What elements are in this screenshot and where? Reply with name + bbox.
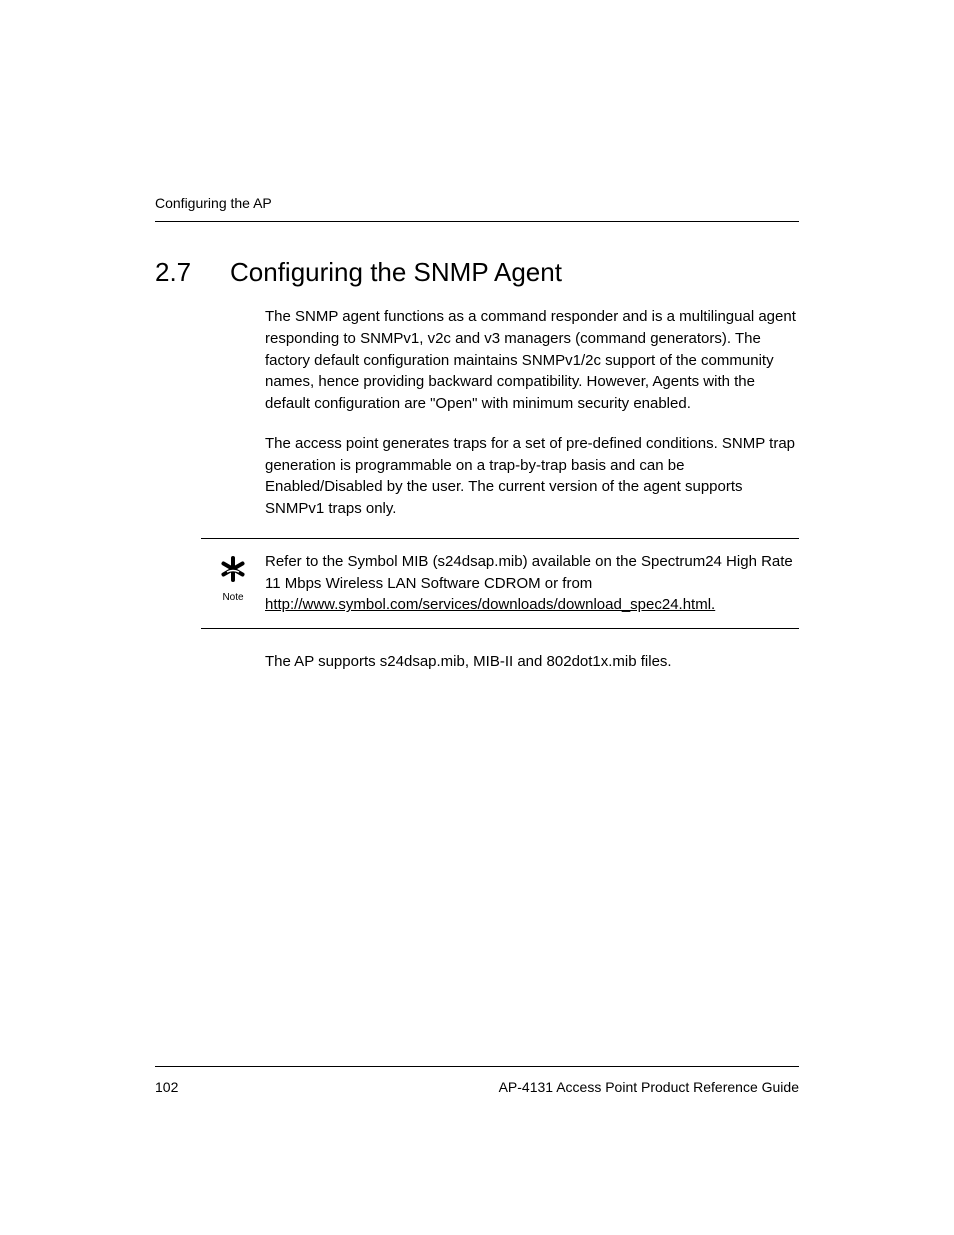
note-text-before-link: Refer to the Symbol MIB (s24dsap.mib) av… <box>265 553 793 592</box>
note-label: Note <box>222 592 243 603</box>
paragraph-1: The SNMP agent functions as a command re… <box>265 306 799 415</box>
page-footer: 102 AP-4131 Access Point Product Referen… <box>155 1066 799 1095</box>
section-heading: 2.7 Configuring the SNMP Agent <box>155 257 799 288</box>
body-text: The SNMP agent functions as a command re… <box>265 306 799 520</box>
note-link[interactable]: http://www.symbol.com/services/downloads… <box>265 596 715 613</box>
body-text-after-note: The AP supports s24dsap.mib, MIB-II and … <box>265 651 799 673</box>
note-icon-wrap: Note <box>201 551 265 616</box>
running-head: Configuring the AP <box>155 195 799 211</box>
section-title: Configuring the SNMP Agent <box>230 257 562 288</box>
page-number: 102 <box>155 1079 178 1095</box>
header-rule <box>155 221 799 222</box>
note-text: Refer to the Symbol MIB (s24dsap.mib) av… <box>265 551 799 616</box>
paragraph-3: The AP supports s24dsap.mib, MIB-II and … <box>265 651 799 673</box>
footer-doc-title: AP-4131 Access Point Product Reference G… <box>499 1079 799 1095</box>
section-number: 2.7 <box>155 257 230 288</box>
footer-rule <box>155 1066 799 1067</box>
note-block: Note Refer to the Symbol MIB (s24dsap.mi… <box>201 538 799 629</box>
asterisk-note-icon <box>217 553 249 590</box>
paragraph-2: The access point generates traps for a s… <box>265 433 799 520</box>
